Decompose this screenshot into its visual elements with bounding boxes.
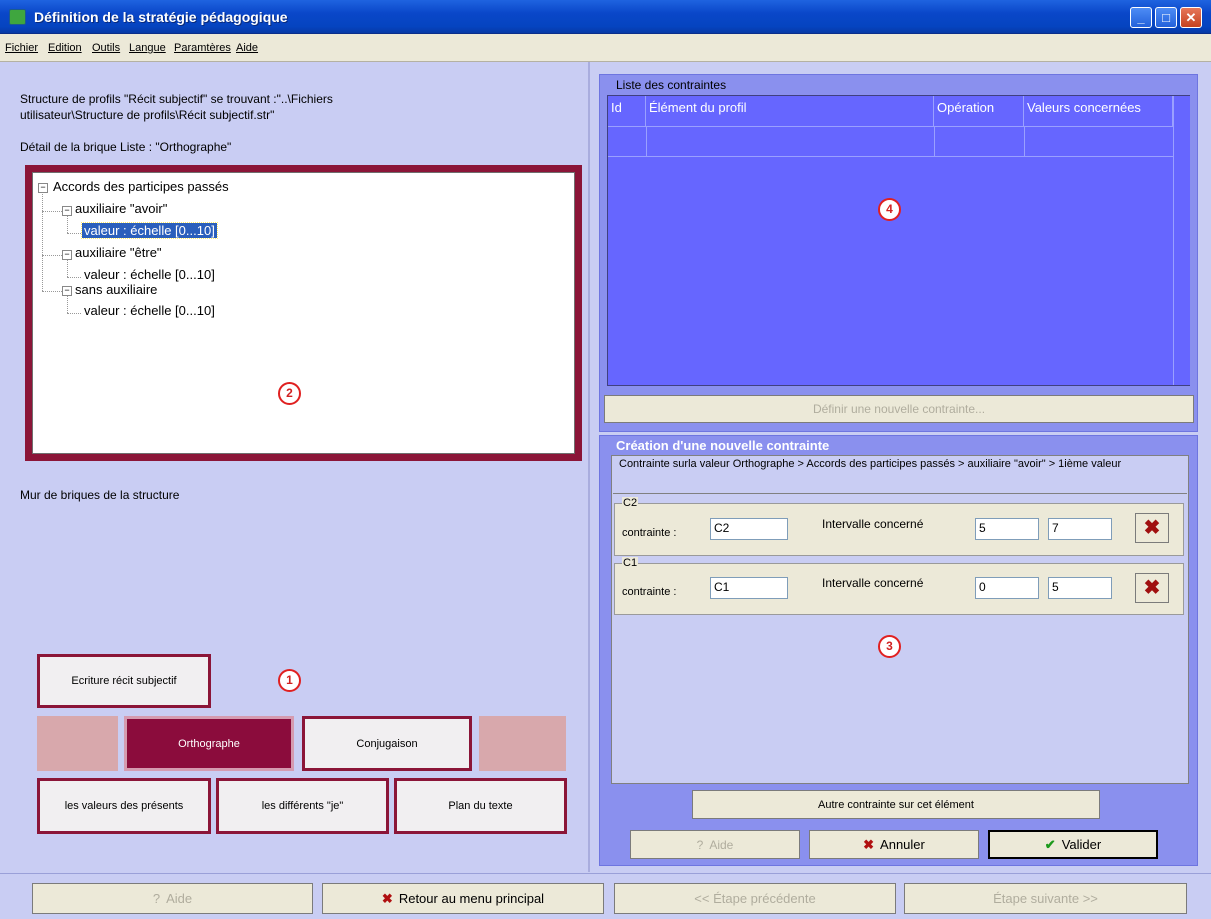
constraint-path: Contrainte surla valeur Orthographe > Ac… (619, 458, 1122, 470)
interval-max-field[interactable]: 5 (1048, 577, 1112, 599)
brick-ecriture[interactable]: Ecriture récit subjectif (37, 654, 211, 708)
tree-node-avoir-valeur[interactable]: valeur : échelle [0...10] (81, 222, 218, 239)
tree-node-root[interactable]: Accords des participes passés (53, 179, 229, 194)
validate-button[interactable]: ✔ Valider (988, 830, 1158, 859)
collapse-icon[interactable]: − (62, 206, 72, 216)
callout-marker-1: 1 (278, 669, 301, 692)
tree-view[interactable]: − Accords des participes passés − auxili… (25, 165, 582, 461)
menu-parametres[interactable]: Paramtères (174, 42, 231, 54)
brick-plan[interactable]: Plan du texte (394, 778, 567, 834)
back-to-menu-button[interactable]: ✖ Retour au menu principal (322, 883, 604, 914)
menu-edition[interactable]: Edition (48, 42, 82, 54)
collapse-icon[interactable]: − (62, 286, 72, 296)
help-icon: ? (696, 837, 704, 852)
brick-presents[interactable]: les valeurs des présents (37, 778, 211, 834)
app-icon (9, 9, 26, 25)
constraint-label: contrainte : (622, 586, 677, 598)
collapse-icon[interactable]: − (38, 183, 48, 193)
brick-conjugaison[interactable]: Conjugaison (302, 716, 472, 771)
constraints-grid[interactable]: Id Élément du profil Opération Valeurs c… (607, 95, 1190, 386)
group-label-c2: C2 (622, 497, 639, 509)
callout-marker-2: 2 (278, 382, 301, 405)
interval-max-field[interactable]: 7 (1048, 518, 1112, 540)
minimize-button[interactable]: _ (1130, 7, 1152, 28)
grid-scrollbar[interactable] (1173, 96, 1190, 385)
cancel-x-icon: ✖ (863, 836, 875, 852)
brick-je[interactable]: les différents "je" (216, 778, 389, 834)
detail-label: Détail de la brique Liste : "Orthographe… (20, 140, 232, 154)
menu-outils[interactable]: Outils (92, 42, 120, 54)
column-header-operation[interactable]: Opération (934, 96, 1024, 126)
brick-empty-right (479, 716, 566, 771)
brick-empty-left (37, 716, 118, 771)
splitter (588, 62, 590, 872)
interval-min-field[interactable]: 0 (975, 577, 1039, 599)
column-header-id[interactable]: Id (608, 96, 646, 126)
interval-label: Intervalle concerné (822, 576, 924, 590)
column-header-valeurs[interactable]: Valeurs concernées (1024, 96, 1173, 126)
constraints-list-title: Liste des contraintes (616, 78, 727, 92)
tree-node-etre[interactable]: auxiliaire "être" (75, 245, 162, 260)
structure-path-line1: Structure de profils "Récit subjectif" s… (20, 92, 333, 106)
tree-node-sans-valeur[interactable]: valeur : échelle [0...10] (84, 303, 215, 318)
column-header-element[interactable]: Élément du profil (646, 96, 934, 126)
new-constraint-title: Création d'une nouvelle contrainte (616, 438, 830, 453)
menu-bar: Fichier Edition Outils Langue Paramtères… (0, 34, 1211, 62)
constraint-name-field[interactable]: C1 (710, 577, 788, 599)
panel-help-button[interactable]: ? Aide (630, 830, 800, 859)
cancel-button[interactable]: ✖ Annuler (809, 830, 979, 859)
previous-step-button[interactable]: << Étape précédente (614, 883, 896, 914)
constraint-name-field[interactable]: C2 (710, 518, 788, 540)
delete-constraint-button[interactable]: ✖ (1135, 573, 1169, 603)
maximize-button[interactable]: □ (1155, 7, 1177, 28)
footer-help-button[interactable]: ? Aide (32, 883, 313, 914)
window-title: Définition de la stratégie pédagogique (34, 9, 288, 25)
structure-path-line2: utilisateur\Structure de profils\Récit s… (20, 108, 275, 122)
tree-node-sans[interactable]: sans auxiliaire (75, 282, 157, 297)
interval-label: Intervalle concerné (822, 517, 924, 531)
menu-langue[interactable]: Langue (129, 42, 166, 54)
interval-min-field[interactable]: 5 (975, 518, 1039, 540)
other-constraint-button[interactable]: Autre contrainte sur cet élément (692, 790, 1100, 819)
callout-marker-4: 4 (878, 198, 901, 221)
group-label-c1: C1 (622, 557, 639, 569)
delete-constraint-button[interactable]: ✖ (1135, 513, 1169, 543)
constraint-label: contrainte : (622, 527, 677, 539)
brick-orthographe[interactable]: Orthographe (124, 716, 294, 771)
tree-node-etre-valeur[interactable]: valeur : échelle [0...10] (84, 267, 215, 282)
wall-label: Mur de briques de la structure (20, 488, 180, 502)
check-icon: ✔ (1044, 836, 1056, 852)
menu-fichier[interactable]: Fichier (5, 42, 38, 54)
collapse-icon[interactable]: − (62, 250, 72, 260)
help-icon: ? (152, 891, 161, 906)
next-step-button[interactable]: Étape suivante >> (904, 883, 1187, 914)
tree-node-avoir[interactable]: auxiliaire "avoir" (75, 201, 167, 216)
close-button[interactable]: ✕ (1180, 7, 1202, 28)
menu-aide[interactable]: Aide (236, 42, 258, 54)
callout-marker-3: 3 (878, 635, 901, 658)
cancel-x-icon: ✖ (381, 890, 393, 906)
define-constraint-button[interactable]: Définir une nouvelle contrainte... (604, 395, 1194, 423)
